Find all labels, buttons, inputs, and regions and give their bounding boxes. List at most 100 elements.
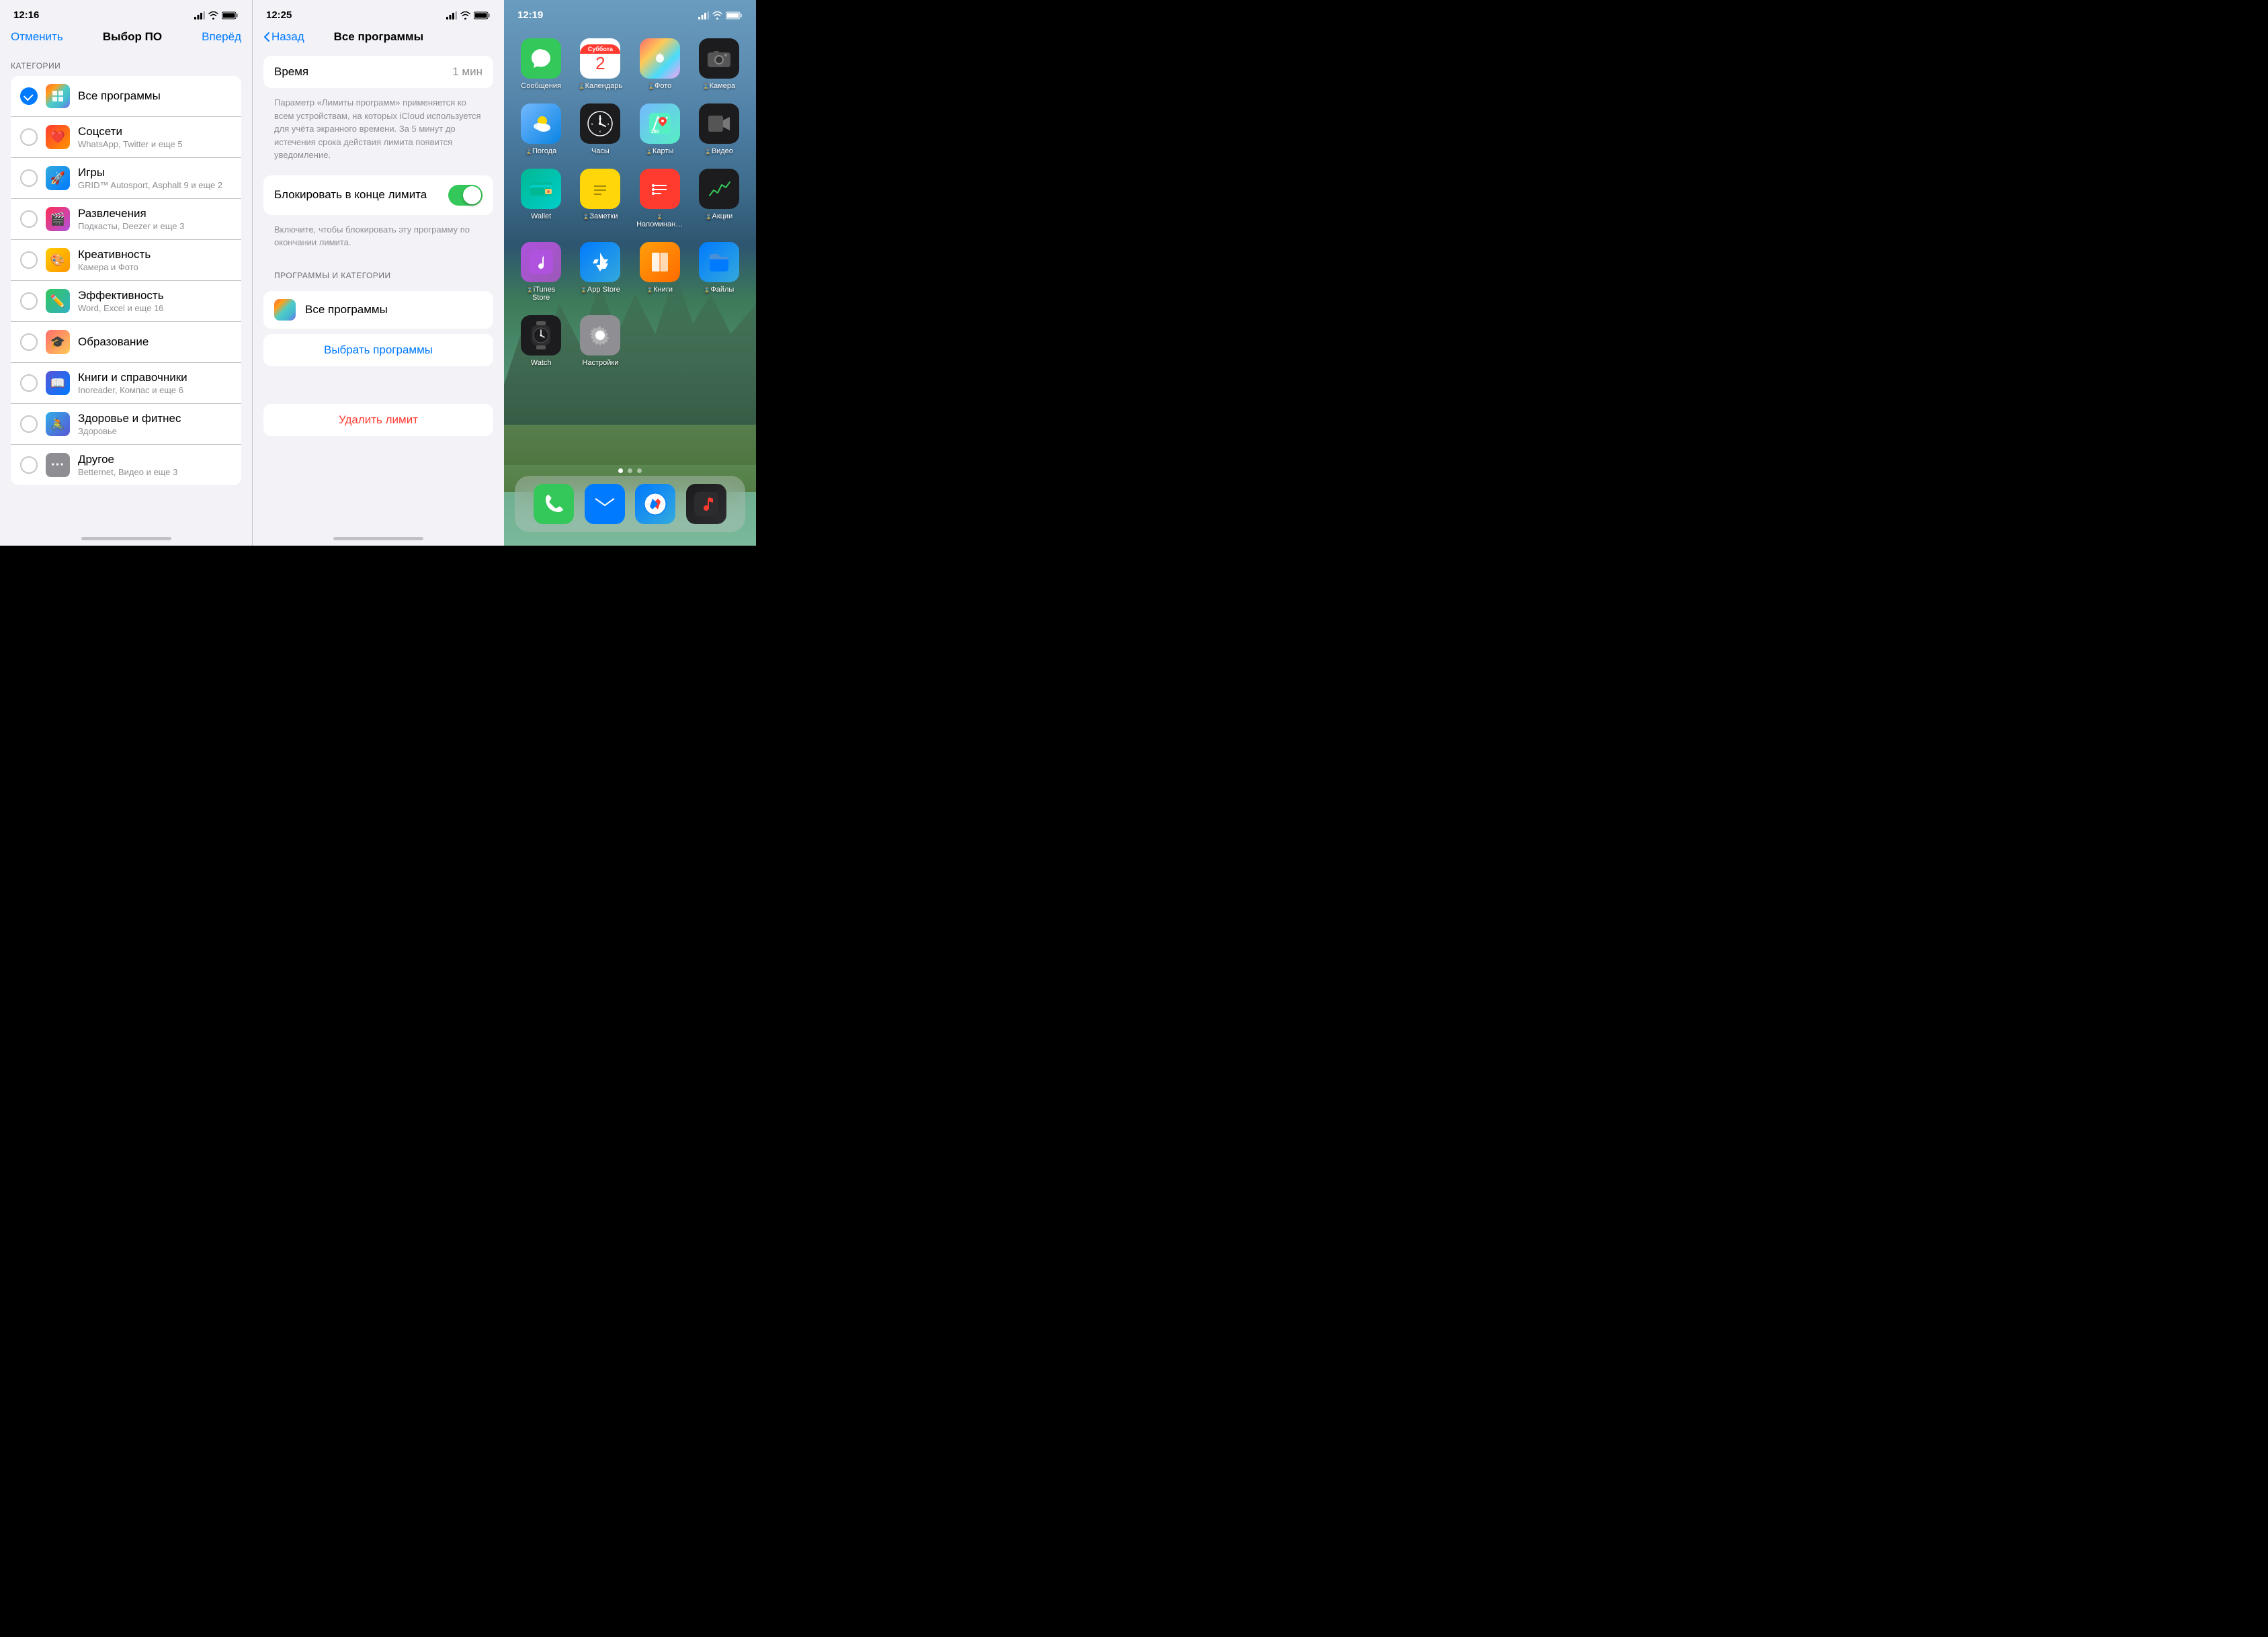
list-item[interactable]: ··· Другое Betternet, Видео и еще 3 — [11, 445, 241, 485]
app-label-books: ⌛Книги — [646, 286, 673, 294]
dock-icon-music — [686, 484, 726, 524]
list-item[interactable]: Все программы — [11, 76, 241, 117]
list-item[interactable]: 🎓 Образование — [11, 322, 241, 363]
app-icon-books — [640, 242, 680, 282]
item-text-books: Книги и справочники Inoreader, Компас и … — [78, 371, 232, 395]
app-photos[interactable]: ⌛Фото — [634, 38, 686, 90]
apps-card: Все программы — [263, 291, 493, 329]
radio-games[interactable] — [20, 169, 38, 187]
list-item[interactable]: 🎨 Креативность Камера и Фото — [11, 240, 241, 281]
dock-icon-phone — [534, 484, 574, 524]
radio-social[interactable] — [20, 128, 38, 146]
app-appstore[interactable]: ⌛App Store — [574, 242, 626, 302]
list-item[interactable]: ✏️ Эффективность Word, Excel и еще 16 — [11, 281, 241, 322]
app-label-maps: ⌛Карты — [646, 147, 673, 155]
dock-app-music[interactable] — [686, 484, 726, 524]
item-subtitle-other: Betternet, Видео и еще 3 — [78, 467, 232, 477]
status-bar-1: 12:16 — [0, 0, 252, 25]
item-title-productivity: Эффективность — [78, 289, 232, 302]
dock-app-phone[interactable] — [534, 484, 574, 524]
app-settings[interactable]: Настройки — [574, 315, 626, 367]
item-subtitle-health: Здоровье — [78, 426, 232, 436]
spacer — [253, 372, 504, 398]
app-camera[interactable]: ⌛Камера — [693, 38, 745, 90]
svg-text:3: 3 — [607, 122, 610, 126]
status-icons-2 — [446, 11, 491, 19]
app-notes[interactable]: ⌛Заметки — [574, 169, 626, 228]
svg-text:280: 280 — [651, 130, 659, 134]
status-time-1: 12:16 — [13, 9, 39, 21]
item-title-games: Игры — [78, 166, 232, 179]
radio-education[interactable] — [20, 333, 38, 351]
app-messages[interactable]: Сообщения — [515, 38, 567, 90]
app-label-itunes: ⌛iTunes Store — [517, 286, 564, 302]
svg-text:12: 12 — [599, 117, 602, 120]
radio-other[interactable] — [20, 456, 38, 474]
delete-limit-button[interactable]: Удалить лимит — [263, 404, 493, 436]
dock-app-safari[interactable] — [635, 484, 675, 524]
app-label-wallet: Wallet — [531, 212, 551, 220]
panel-homescreen: 12:19 Сообще — [504, 0, 756, 546]
list-item[interactable]: 🚴 Здоровье и фитнес Здоровье — [11, 404, 241, 445]
list-item[interactable]: 🚀 Игры GRID™ Autosport, Asphalt 9 и еще … — [11, 158, 241, 199]
list-item[interactable]: 🎬 Развлечения Подкасты, Deezer и еще 3 — [11, 199, 241, 240]
page-dots — [504, 468, 756, 473]
app-itunes[interactable]: ⌛iTunes Store — [515, 242, 567, 302]
app-label-messages: Сообщения — [521, 82, 561, 90]
app-books[interactable]: ⌛Книги — [634, 242, 686, 302]
hs-status-icons — [698, 11, 743, 19]
hs-battery-icon — [726, 11, 743, 19]
home-indicator-2 — [333, 537, 423, 540]
icon-entertainment: 🎬 — [46, 207, 70, 231]
app-files[interactable]: ⌛Файлы — [693, 242, 745, 302]
time-label: Время — [274, 65, 308, 79]
app-icon-files — [699, 242, 739, 282]
list-item[interactable]: ❤️ Соцсети WhatsApp, Twitter и еще 5 — [11, 117, 241, 158]
signal-icon-2 — [446, 11, 457, 19]
app-weather[interactable]: ⌛Погода — [515, 103, 567, 155]
radio-books[interactable] — [20, 374, 38, 392]
page-dot-2 — [628, 468, 632, 473]
icon-health: 🚴 — [46, 412, 70, 436]
app-video[interactable]: ⌛Видео — [693, 103, 745, 155]
app-label-settings: Настройки — [582, 359, 618, 367]
cancel-button[interactable]: Отменить — [11, 30, 63, 44]
app-icon-camera — [699, 38, 739, 79]
choose-apps-button[interactable]: Выбрать программы — [263, 334, 493, 366]
item-text-social: Соцсети WhatsApp, Twitter и еще 5 — [78, 125, 232, 149]
app-calendar[interactable]: Суббота 2 ⌛Календарь — [574, 38, 626, 90]
app-icon-weather — [521, 103, 561, 144]
icon-productivity: ✏️ — [46, 289, 70, 313]
svg-text:9: 9 — [591, 122, 593, 126]
hs-status-time: 12:19 — [517, 9, 543, 21]
app-clock[interactable]: 12 3 6 9 Часы — [574, 103, 626, 155]
block-toggle[interactable] — [448, 185, 482, 206]
radio-creative[interactable] — [20, 251, 38, 269]
item-subtitle-creative: Камера и Фото — [78, 262, 232, 272]
radio-health[interactable] — [20, 415, 38, 433]
radio-entertainment[interactable] — [20, 210, 38, 228]
app-maps[interactable]: 280 ⌛Карты — [634, 103, 686, 155]
app-wallet[interactable]: Wallet — [515, 169, 567, 228]
page-dot-3 — [637, 468, 642, 473]
app-icon-clock: 12 3 6 9 — [580, 103, 620, 144]
time-row[interactable]: Время 1 мин — [263, 56, 493, 88]
dock-app-mail[interactable] — [585, 484, 625, 524]
app-watch[interactable]: Watch — [515, 315, 567, 367]
panel2-scroll[interactable]: Время 1 мин Параметр «Лимиты программ» п… — [253, 50, 504, 533]
back-button[interactable]: Назад — [263, 30, 304, 44]
item-title-books: Книги и справочники — [78, 371, 232, 384]
app-reminders[interactable]: ⌛Напоминан… — [634, 169, 686, 228]
app-icon-itunes — [521, 242, 561, 282]
item-subtitle-books: Inoreader, Компас и еще 6 — [78, 385, 232, 395]
battery-icon — [222, 11, 239, 19]
app-icon-calendar: Суббота 2 — [580, 38, 620, 79]
app-stocks[interactable]: ⌛Акции — [693, 169, 745, 228]
categories-header: КАТЕГОРИИ — [0, 50, 252, 76]
item-subtitle-social: WhatsApp, Twitter и еще 5 — [78, 139, 232, 149]
forward-button[interactable]: Вперёд — [202, 30, 241, 44]
radio-productivity[interactable] — [20, 292, 38, 310]
list-item[interactable]: 📖 Книги и справочники Inoreader, Компас … — [11, 363, 241, 404]
radio-all[interactable] — [20, 87, 38, 105]
all-apps-icon — [274, 299, 296, 321]
